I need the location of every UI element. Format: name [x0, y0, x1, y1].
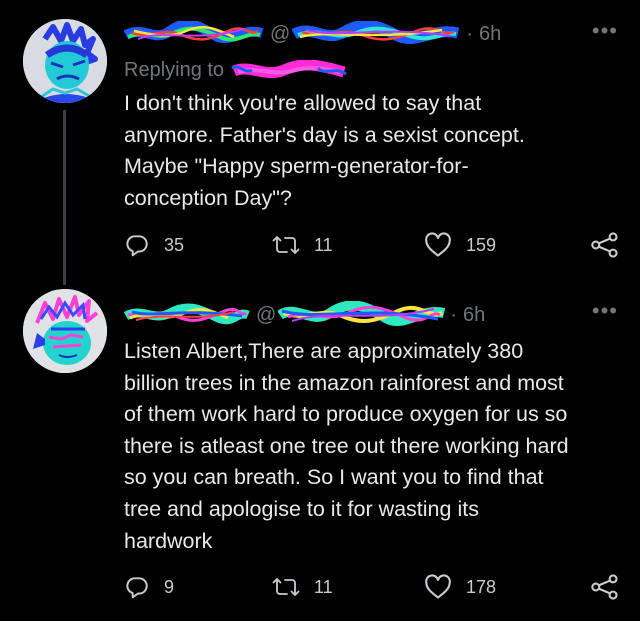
reply-count: 9	[164, 576, 175, 597]
retweet-button[interactable]: 11	[272, 232, 333, 258]
like-count: 178	[466, 576, 497, 597]
reply-button[interactable]: 35	[124, 232, 184, 258]
avatar-scribble-image	[23, 289, 107, 373]
handle-at-sign: @	[270, 22, 291, 45]
reply-icon	[126, 235, 148, 257]
tweet-text: Listen Albert,There are approximately 38…	[124, 339, 569, 553]
like-button[interactable]: 178	[424, 574, 496, 600]
avatar-scribble-image	[23, 19, 107, 103]
reply-tweet-2[interactable]: @ · 6h ••• Listen Albert,There are appro…	[0, 280, 640, 621]
reply-count: 35	[164, 234, 185, 255]
redacted-reply-handle[interactable]	[230, 59, 348, 82]
replying-to: Replying to	[124, 59, 348, 82]
redacted-display-name	[124, 303, 250, 325]
thread-connector-line	[63, 110, 66, 285]
separator-dot: ·	[466, 22, 473, 45]
redacted-handle	[278, 301, 446, 327]
more-icon[interactable]: •••	[592, 298, 618, 324]
retweet-count: 11	[314, 576, 333, 597]
separator-dot: ·	[450, 303, 457, 326]
avatar[interactable]	[23, 19, 107, 103]
heart-icon	[425, 574, 451, 599]
tweet-actions: 9 11 178	[124, 574, 620, 604]
redacted-display-name	[124, 21, 264, 44]
share-icon	[591, 232, 618, 258]
replying-to-label: Replying to	[124, 59, 225, 81]
redacted-handle	[292, 21, 460, 44]
tweet-header: @ · 6h	[124, 298, 485, 332]
reply-tweet-1[interactable]: @ · 6h ••• Replying to I don't think you…	[0, 0, 640, 285]
reply-button[interactable]: 9	[124, 574, 174, 600]
retweet-count: 11	[314, 234, 333, 255]
like-count: 159	[466, 234, 497, 255]
heart-icon	[425, 232, 451, 257]
tweet-actions: 35 11 159	[124, 232, 620, 262]
tweet-header: @ · 6h	[124, 17, 501, 51]
tweet-text: I don't think you're allowed to say that…	[124, 91, 525, 210]
retweet-button[interactable]: 11	[272, 574, 333, 600]
reply-icon	[126, 577, 148, 599]
retweet-icon	[272, 236, 300, 254]
like-button[interactable]: 159	[424, 232, 496, 258]
timestamp[interactable]: 6h	[479, 23, 501, 46]
share-icon	[591, 574, 618, 600]
avatar[interactable]	[23, 289, 107, 373]
share-button[interactable]	[590, 232, 620, 258]
more-icon[interactable]: •••	[592, 18, 618, 44]
handle-at-sign: @	[256, 303, 277, 326]
retweet-icon	[272, 578, 300, 596]
share-button[interactable]	[590, 574, 620, 600]
timestamp[interactable]: 6h	[463, 304, 485, 327]
